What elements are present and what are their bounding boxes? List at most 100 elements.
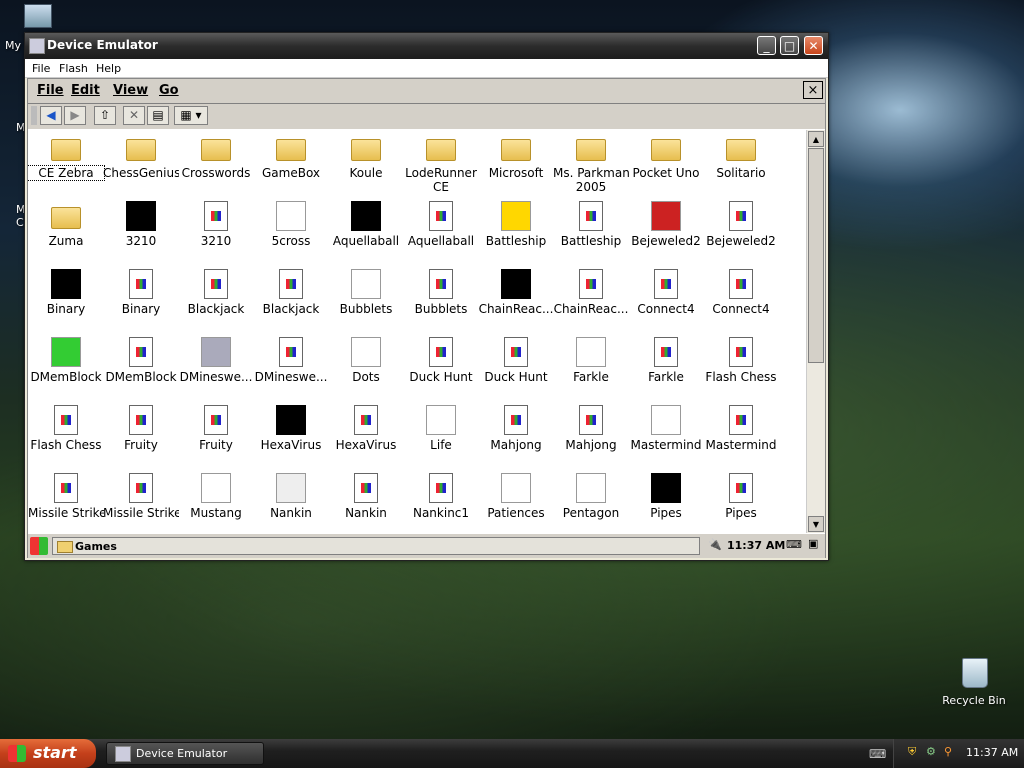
file-item[interactable]: Battleship [553,201,629,265]
file-item[interactable]: Aquellaball [403,201,479,265]
file-item[interactable]: Flash Chess [703,337,779,401]
file-item[interactable]: 3210 [178,201,254,265]
keyboard-icon[interactable]: ⌨ [869,747,886,761]
file-item[interactable]: Pipes [628,473,704,533]
keyboard-icon[interactable]: ⌨ [786,538,802,551]
taskbar-device-emulator[interactable]: Device Emulator [106,742,264,765]
menu-edit[interactable]: Edit [71,83,100,98]
network-icon[interactable]: ⚙ [926,745,936,758]
file-item[interactable]: Bubblets [403,269,479,333]
menu-file[interactable]: File [37,83,64,98]
file-item[interactable]: Ms. Parkman 2005 [553,133,629,197]
explorer-close-button[interactable]: × [803,81,823,99]
file-item[interactable]: Pentagon [553,473,629,533]
file-item[interactable]: Koule [328,133,404,197]
minimize-button[interactable]: _ [757,36,776,55]
file-item[interactable]: Bejeweled2 [703,201,779,265]
file-item[interactable]: Blackjack [253,269,329,333]
menu-flash[interactable]: Flash [59,62,88,75]
folder-icon [201,139,231,161]
vertical-scrollbar[interactable]: ▲ ▼ [806,130,825,533]
maximize-button[interactable]: □ [780,36,799,55]
file-item[interactable]: Binary [28,269,104,333]
file-item[interactable]: Blackjack [178,269,254,333]
file-item[interactable]: Mastermind [628,405,704,469]
file-item[interactable]: Mahjong [553,405,629,469]
file-item[interactable]: Mastermind [703,405,779,469]
file-item[interactable]: Battleship [478,201,554,265]
windows-flag-icon[interactable] [30,537,48,555]
file-item[interactable]: Nankin [328,473,404,533]
view-mode-button[interactable]: ▦ ▾ [174,106,208,125]
menu-file[interactable]: File [32,62,50,75]
file-item[interactable]: Fruity [103,405,179,469]
file-item[interactable]: GameBox [253,133,329,197]
file-item-label: Blackjack [187,302,245,316]
device-clock[interactable]: 11:37 AM [727,539,785,552]
file-item[interactable]: Aquellaball [328,201,404,265]
file-item[interactable]: Mahjong [478,405,554,469]
file-item[interactable]: CE Zebra [28,133,105,197]
file-item[interactable]: ChainReac... [553,269,629,333]
file-item[interactable]: Duck Hunt [403,337,479,401]
file-item[interactable]: ChessGenius [103,133,179,197]
file-item[interactable]: Farkle [628,337,704,401]
file-item[interactable]: Life [403,405,479,469]
file-item[interactable]: Binary [103,269,179,333]
file-item[interactable]: DMineswe... [178,337,254,401]
file-item[interactable]: Mustang [178,473,254,533]
file-item[interactable]: Connect4 [703,269,779,333]
file-item[interactable]: Crosswords [178,133,254,197]
delete-button[interactable]: ✕ [123,106,145,125]
recycle-bin-desktop-icon[interactable]: Recycle Bin [940,656,1008,712]
file-item[interactable]: Farkle [553,337,629,401]
power-icon[interactable]: 🔌 [708,538,722,551]
up-folder-button[interactable]: ⇧ [94,106,116,125]
desktop-switch-icon[interactable]: ▣ [808,537,818,550]
file-item[interactable]: DMemBlock [103,337,179,401]
file-item[interactable]: 5cross [253,201,329,265]
file-item[interactable]: Microsoft [478,133,554,197]
file-item[interactable]: Nankin [253,473,329,533]
menu-view[interactable]: View [113,83,148,98]
file-item[interactable]: Fruity [178,405,254,469]
scroll-up-button[interactable]: ▲ [808,131,824,147]
my-computer-desktop-icon[interactable] [20,2,60,32]
file-item[interactable]: DMineswe... [253,337,329,401]
search-icon[interactable]: ⚲ [944,745,952,758]
window-titlebar[interactable]: Device Emulator _ □ ✕ [25,33,828,59]
file-item[interactable]: Patiences [478,473,554,533]
file-item[interactable]: Flash Chess [28,405,104,469]
file-item[interactable]: Missile Strike [103,473,179,533]
scroll-down-button[interactable]: ▼ [808,516,824,532]
file-item[interactable]: Connect4 [628,269,704,333]
clock[interactable]: 11:37 AM [966,746,1018,759]
shield-icon[interactable]: ⛨ [908,745,916,759]
file-item[interactable]: Dots [328,337,404,401]
menu-go[interactable]: Go [159,83,179,98]
close-button[interactable]: ✕ [804,36,823,55]
file-item[interactable]: Solitario [703,133,779,197]
file-item[interactable]: Missile Strike [28,473,104,533]
file-item-label: Farkle [648,370,684,384]
file-item[interactable]: LodeRunner CE [403,133,479,197]
file-item[interactable]: ChainReac... [478,269,554,333]
file-item[interactable]: HexaVirus [328,405,404,469]
file-item[interactable]: Pocket Uno [628,133,704,197]
forward-button[interactable]: ▶ [64,106,86,125]
file-item[interactable]: HexaVirus [253,405,329,469]
properties-button[interactable]: ▤ [147,106,169,125]
file-item[interactable]: DMemBlock [28,337,104,401]
file-item[interactable]: 3210 [103,201,179,265]
file-item[interactable]: Zuma [28,201,104,265]
file-item[interactable]: Nankinc1 [403,473,479,533]
file-item[interactable]: Bubblets [328,269,404,333]
menu-help[interactable]: Help [96,62,121,75]
current-path-button[interactable]: Games [52,537,700,555]
file-item[interactable]: Duck Hunt [478,337,554,401]
file-item[interactable]: Bejeweled2 [628,201,704,265]
start-button[interactable]: start [0,739,96,768]
file-item[interactable]: Pipes [703,473,779,533]
scroll-thumb[interactable] [808,148,824,363]
back-button[interactable]: ◀ [40,106,62,125]
